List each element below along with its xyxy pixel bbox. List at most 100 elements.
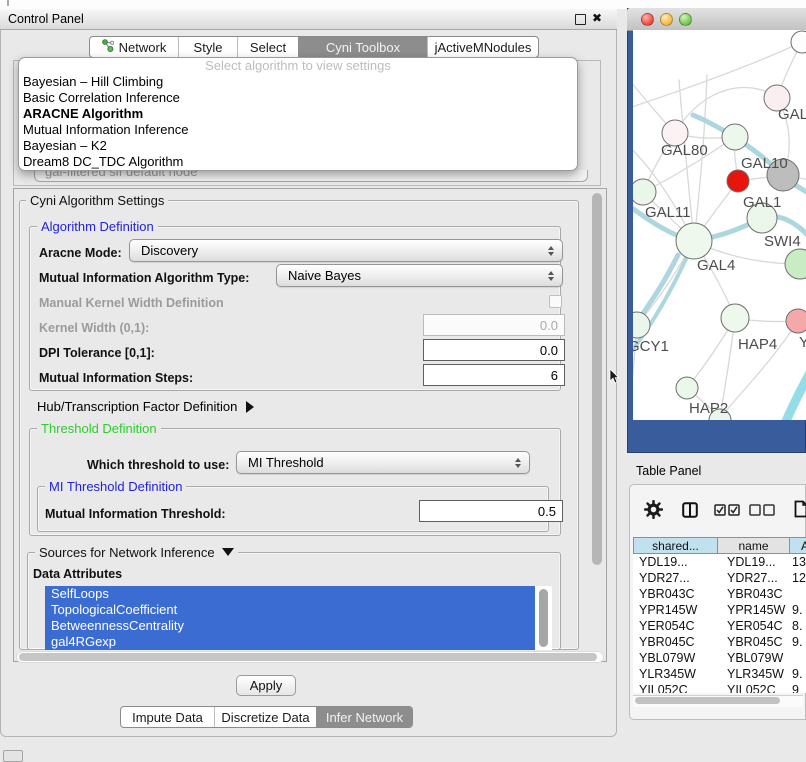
table-rows: YDL19...YDL19...13 YDR27...YDR27...12 YB… [633, 554, 806, 693]
node-gal10 [722, 124, 748, 150]
combo-arrows-icon [543, 246, 558, 256]
table-row[interactable]: YDL19...YDL19...13 [633, 554, 806, 570]
table-panel-title: Table Panel [636, 464, 701, 478]
mi-threshold-group-title: MI Threshold Definition [45, 479, 186, 494]
dropdown-item[interactable]: Basic Correlation Inference [19, 90, 577, 106]
tab-infer-network[interactable]: Infer Network [316, 707, 412, 727]
tab-style[interactable]: Style [178, 37, 237, 57]
network-node-labels: GAL GAL80 GAL10 GAL11 GAL1 SWI4 GAL4 GCY… [633, 106, 806, 417]
table-row[interactable]: YLR345WYLR345W9. [633, 666, 806, 682]
unchecked-columns-icon[interactable] [749, 504, 776, 516]
dropdown-item-selected[interactable]: ARACNE Algorithm [19, 106, 577, 122]
combo-arrows-icon [543, 271, 558, 281]
float-window-icon[interactable] [575, 14, 586, 25]
manual-kernel-checkbox[interactable] [549, 295, 562, 308]
list-item[interactable]: SelfLoops [45, 586, 535, 602]
control-panel-title: Control Panel [8, 12, 84, 26]
dropdown-item[interactable]: Mutual Information Inference [19, 122, 577, 138]
dropdown-placeholder: Select algorithm to view settings [19, 58, 577, 74]
list-item[interactable]: gal4RGexp [45, 634, 535, 650]
table-row[interactable]: YDR27...YDR27...12 [633, 570, 806, 586]
page-icon[interactable] [794, 500, 806, 523]
collapse-arrow-right-icon [246, 401, 254, 413]
column-header-name[interactable]: name [718, 537, 790, 554]
list-item[interactable]: TopologicalCoefficient [45, 602, 535, 618]
aracne-mode-label: Aracne Mode: [39, 246, 122, 260]
tab-discretize-data[interactable]: Discretize Data [214, 707, 316, 727]
table-header-row: shared... name A [633, 537, 806, 554]
manual-kernel-label: Manual Kernel Width Definition [39, 296, 224, 310]
mi-threshold-label: Mutual Information Threshold: [45, 507, 226, 521]
which-threshold-label: Which threshold to use: [87, 458, 229, 472]
svg-text:Y: Y [799, 334, 806, 351]
aracne-mode-combobox[interactable]: Discovery [129, 239, 563, 262]
table-row[interactable]: YPR145WYPR145W9. [633, 602, 806, 618]
gear-icon[interactable] [644, 500, 663, 524]
sources-group-title[interactable]: Sources for Network Inference [35, 545, 238, 560]
svg-text:GCY1: GCY1 [633, 338, 669, 355]
node-green [785, 249, 806, 279]
mouse-cursor [609, 369, 621, 390]
kernel-width-label: Kernel Width (0,1): [39, 321, 149, 335]
table-row[interactable]: YER054CYER054C8. [633, 618, 806, 634]
tab-cyni-toolbox[interactable]: Cyni Toolbox [298, 37, 427, 57]
dpi-tolerance-label: DPI Tolerance [0,1]: [39, 346, 155, 360]
which-threshold-combobox[interactable]: MI Threshold [236, 451, 530, 474]
algorithm-definition-title: Algorithm Definition [37, 219, 158, 234]
application-window: Control Panel ✖ Network Style Select Cyn… [0, 0, 806, 762]
tab-network[interactable]: Network [90, 37, 178, 57]
node-gal11 [633, 179, 656, 205]
tab-impute-data[interactable]: Impute Data [121, 707, 214, 727]
node-gal4 [676, 223, 712, 259]
checked-columns-icon[interactable] [714, 504, 741, 516]
dock-corner-button[interactable] [3, 750, 23, 762]
close-icon[interactable]: ✖ [592, 11, 602, 25]
tab-select[interactable]: Select [237, 37, 298, 57]
close-traffic-light-icon[interactable] [641, 13, 654, 26]
column-header-shared[interactable]: shared... [633, 537, 718, 554]
mi-steps-label: Mutual Information Steps: [39, 371, 193, 385]
node-pink [786, 309, 806, 333]
data-attributes-label: Data Attributes [33, 567, 122, 581]
list-item[interactable]: BetweennessCentrality [45, 618, 535, 634]
mi-threshold-field[interactable]: 0.5 [419, 500, 563, 522]
mi-steps-field[interactable]: 6 [423, 364, 565, 386]
svg-text:SWI4: SWI4 [764, 233, 801, 250]
svg-text:HAP4: HAP4 [738, 336, 777, 353]
horizontal-scrollbar[interactable] [19, 653, 597, 661]
control-panel-tabs: Network Style Select Cyni Toolbox jActiv… [89, 36, 539, 58]
table-row[interactable]: YIL052CYIL052C9 [633, 682, 806, 693]
tab-jactivemnodules[interactable]: jActiveMNodules [427, 37, 538, 57]
zoom-traffic-light-icon[interactable] [679, 13, 692, 26]
network-canvas[interactable]: GAL GAL80 GAL10 GAL11 GAL1 SWI4 GAL4 GCY… [633, 30, 806, 420]
node-hap4 [721, 304, 749, 332]
node-hap2 [676, 377, 698, 399]
column-header-clipped[interactable]: A [790, 537, 806, 554]
table-row[interactable]: YBR045CYBR045C9. [633, 634, 806, 650]
window-edge-mark [7, 0, 9, 6]
control-panel-bottom-tabs: Impute Data Discretize Data Infer Networ… [120, 706, 413, 728]
node [791, 31, 806, 53]
svg-text:GAL4: GAL4 [697, 257, 735, 274]
list-vertical-scrollbar[interactable] [539, 589, 548, 647]
dropdown-item[interactable]: Bayesian – Hill Climbing [19, 74, 577, 90]
table-hscrollbar[interactable] [635, 697, 780, 704]
vertical-scrollbar[interactable] [592, 193, 602, 565]
collapse-arrow-down-icon [222, 548, 234, 556]
dropdown-item[interactable]: Bayesian – K2 [19, 138, 577, 154]
svg-text:GAL80: GAL80 [661, 142, 708, 159]
hub-definition-toggle[interactable]: Hub/Transcription Factor Definition [37, 399, 254, 414]
dropdown-item[interactable]: Dream8 DC_TDC Algorithm [19, 154, 577, 170]
algorithm-combobox-partial[interactable]: gal-filtered sif default node [34, 170, 588, 182]
apply-button[interactable]: Apply [236, 675, 296, 696]
table-row[interactable]: YBR043CYBR043C [633, 586, 806, 602]
minimize-traffic-light-icon[interactable] [660, 13, 673, 26]
table-row[interactable]: YBL079WYBL079W [633, 650, 806, 666]
kernel-width-field[interactable]: 0.0 [423, 314, 565, 336]
mi-algorithm-type-combobox[interactable]: Naive Bayes [276, 264, 563, 287]
dpi-tolerance-field[interactable]: 0.0 [423, 339, 565, 361]
network-icon [102, 39, 114, 55]
control-panel-titlebar [0, 9, 617, 30]
algorithm-dropdown-popup: Select algorithm to view settings Bayesi… [18, 57, 578, 171]
split-view-icon[interactable] [682, 502, 698, 523]
